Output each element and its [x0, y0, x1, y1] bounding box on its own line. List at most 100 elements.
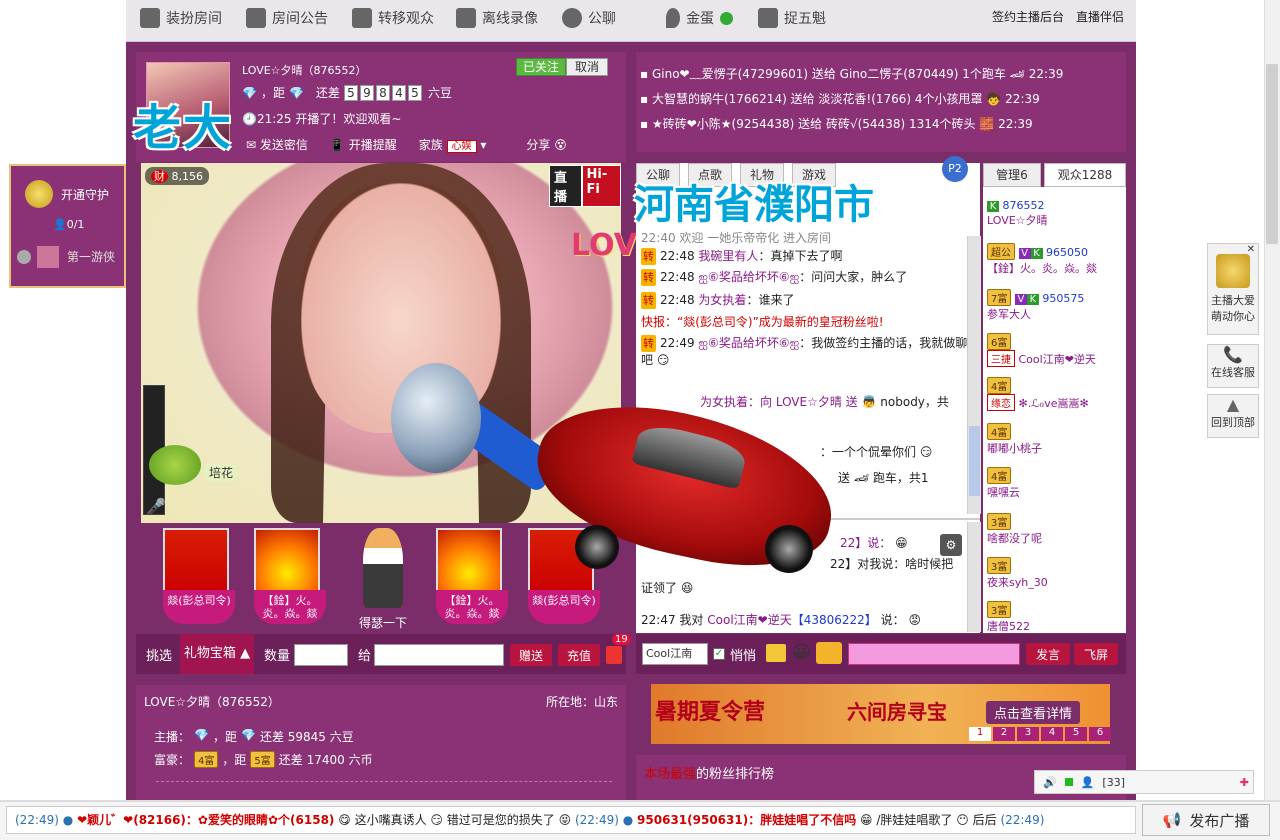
- sports-car-animation: [515, 385, 847, 585]
- nav-room-notice[interactable]: 房间公告: [246, 6, 328, 30]
- tab-audience[interactable]: 观众1288: [1044, 163, 1126, 187]
- live-reminder-button[interactable]: 📱 开播提醒: [330, 136, 397, 153]
- forward-icon: 转: [641, 248, 656, 265]
- smiley-icon: 😏: [430, 813, 443, 827]
- list-item[interactable]: 3富 唐僧522: [987, 601, 1123, 633]
- nav-dress-room[interactable]: 装扮房间: [140, 6, 222, 30]
- list-item[interactable]: 4富 缘恋 ✻.ℒℴve嵩嵩✻: [987, 377, 1123, 411]
- chat-line: 22:47 我对 Cool江南❤逆天【43806222】 说： 😡: [641, 613, 921, 627]
- plant-flower-button[interactable]: 培花: [203, 463, 240, 482]
- chat-scrollbar[interactable]: [967, 236, 981, 514]
- image-icon[interactable]: [766, 644, 786, 662]
- list-item[interactable]: 3富 啥都没了呢: [987, 513, 1123, 546]
- smiley-icon: 😆: [680, 581, 694, 595]
- gift-item[interactable]: 【鍂】火。炎。焱。燚: [436, 528, 508, 628]
- user-icon: 👤: [1080, 775, 1095, 789]
- guard-avatar[interactable]: [37, 246, 59, 268]
- speaker-icon[interactable]: 🔊: [1043, 776, 1057, 789]
- list-item[interactable]: 4富 嘟嘟小桃子: [987, 423, 1123, 456]
- megaphone-icon: 📢: [1162, 811, 1182, 829]
- chat-line: 送 🏎 跑车，共1: [838, 471, 929, 485]
- unfollow-button[interactable]: 取消: [566, 58, 609, 76]
- gift-item[interactable]: 【鍂】火。炎。焱。燚: [254, 528, 326, 628]
- tab-managers[interactable]: 管理6: [983, 163, 1041, 187]
- chat-line: 转 22:48 ஐ⑥奖品给坏坏⑥ஐ：问问大家，肿么了: [641, 269, 908, 286]
- list-item[interactable]: 6富 三捷 Cool江南❤逆天: [987, 333, 1123, 367]
- dock-back-to-top[interactable]: ▲ 回到顶部: [1207, 394, 1259, 438]
- p2-icon[interactable]: P2: [942, 156, 968, 182]
- gift-item[interactable]: 得瑟一下: [348, 528, 418, 630]
- notification-badge: 19: [612, 634, 631, 645]
- list-item[interactable]: 3富 夜来syh_30: [987, 557, 1123, 590]
- view-detail-button[interactable]: 点击查看详情: [986, 701, 1081, 724]
- anchor-level-row: 💎 ，距 💎 还差 59845 六豆: [242, 84, 452, 101]
- emoji-icon[interactable]: 😀: [792, 642, 811, 663]
- recipient-input[interactable]: [374, 644, 504, 666]
- quiet-checkbox[interactable]: ✓: [713, 648, 725, 660]
- gift-bag-icon[interactable]: [606, 646, 622, 664]
- nav-offline-record[interactable]: 离线录像: [456, 6, 538, 30]
- page-scroll-thumb[interactable]: [1266, 64, 1278, 244]
- open-guard-button[interactable]: 开通守护: [61, 186, 109, 203]
- anchor-name: LOVE☆夕晴（876552）: [242, 64, 367, 77]
- summer-camp-banner[interactable]: 暑期夏令营 六间房寻宝 点击查看详情 1 2 3 4 5 6: [651, 684, 1111, 744]
- gift-log-item: ▪ Gino❤﹏爱愣子(47299601) 送给 Gino二愣子(870449)…: [640, 67, 1064, 81]
- smiley-icon: 😏: [656, 353, 670, 367]
- watering-can-icon[interactable]: [149, 445, 201, 485]
- forward-icon: 转: [641, 269, 656, 286]
- car-wheel-shape: [765, 525, 813, 573]
- list-item[interactable]: 4富 嘿嘿云: [987, 467, 1123, 500]
- list-item[interactable]: 超公 VK 965050 【鍂】火。炎。焱。燚: [987, 243, 1123, 276]
- link-icon: [352, 8, 372, 28]
- brick-icon: 🧱: [979, 117, 995, 131]
- publish-broadcast-button[interactable]: 📢 发布广播: [1142, 804, 1270, 836]
- smiley-icon: 😏: [919, 445, 933, 459]
- share-button[interactable]: 分享 😵: [526, 136, 566, 153]
- nav-catch-five[interactable]: 捉五魁: [758, 6, 826, 30]
- arrow-up-icon: ▲: [1226, 395, 1240, 414]
- quantity-input[interactable]: [294, 644, 348, 666]
- divider: [156, 781, 612, 782]
- chat-line: 转 22:48 我碗里有人：真掉下去了啊: [641, 248, 843, 265]
- followed-button[interactable]: 已关注: [516, 58, 567, 76]
- live-companion-link[interactable]: 直播伴侣: [1076, 8, 1124, 25]
- chat-message-input[interactable]: [848, 643, 1020, 665]
- forward-icon: 转: [641, 292, 656, 309]
- close-icon[interactable]: ✕: [1247, 244, 1255, 255]
- list-item[interactable]: K 876552 LOVE☆夕晴: [987, 199, 1123, 228]
- pick-label[interactable]: 挑选: [146, 645, 172, 664]
- nav-golden-egg[interactable]: 金蛋: [666, 6, 733, 30]
- recharge-button[interactable]: 充值: [558, 644, 600, 666]
- chat-target-select[interactable]: Cool江南: [642, 643, 708, 665]
- anchor-backend-link[interactable]: 签约主播后台: [992, 8, 1064, 25]
- chat-line: 22:40 欢迎 一她乐帝帝化 进入房间: [641, 231, 832, 245]
- nav-public-chat[interactable]: 公聊: [562, 6, 616, 30]
- car-icon: 🏎: [853, 471, 870, 485]
- user-icon: 👤: [53, 218, 67, 231]
- send-gift-button[interactable]: 赠送: [510, 644, 552, 666]
- gift-box-button[interactable]: 礼物宝箱 ▲: [180, 634, 254, 674]
- send-message-button[interactable]: 发言: [1026, 643, 1070, 665]
- settings-gear-icon[interactable]: ⚙: [940, 534, 962, 556]
- scroll-thumb[interactable]: [969, 426, 980, 496]
- follow-controls: 已关注 取消: [516, 58, 609, 76]
- dock-promo[interactable]: 主播大爱萌动你心 ✕: [1207, 243, 1259, 335]
- dock-online-service[interactable]: 📞 在线客服: [1207, 344, 1259, 388]
- gift-log-item: ▪ ★砖砖❤小陈★(9254438) 送给 砖砖√(54438) 1314个砖头…: [640, 117, 1033, 131]
- host-level-row: 主播： 💎 ，距 💎 还差 59845 六豆: [154, 728, 354, 744]
- list-item[interactable]: 7富 VK 950575 参军大人: [987, 289, 1123, 322]
- family-button[interactable]: 家族 心娱 ▾: [419, 136, 486, 153]
- guard-panel: 开通守护 👤0/1 第一游侠: [9, 164, 126, 288]
- stamp-icon[interactable]: [816, 642, 842, 664]
- nav-transfer-audience[interactable]: 转移观众: [352, 6, 434, 30]
- diamond-next-icon: 💎: [288, 85, 304, 100]
- microphone-icon[interactable]: 🎤: [146, 497, 166, 516]
- plus-icon[interactable]: ✚: [1240, 776, 1249, 789]
- gift-log-item: ▪ 大智慧的蜗牛(1766214) 送给 淡淡花香!(1766) 4个小孩甩罩 …: [640, 92, 1040, 106]
- fly-screen-button[interactable]: 飞屏: [1074, 643, 1118, 665]
- gift-item[interactable]: 燚(彭总司令): [163, 528, 235, 628]
- private-chat-scrollbar[interactable]: [967, 522, 981, 632]
- clock-icon: 🕘: [242, 112, 257, 126]
- gift-toolbar: 挑选 礼物宝箱 ▲ 数量 给 赠送 充值 19: [136, 634, 631, 674]
- send-private-button[interactable]: ✉ 发送密信: [246, 136, 308, 153]
